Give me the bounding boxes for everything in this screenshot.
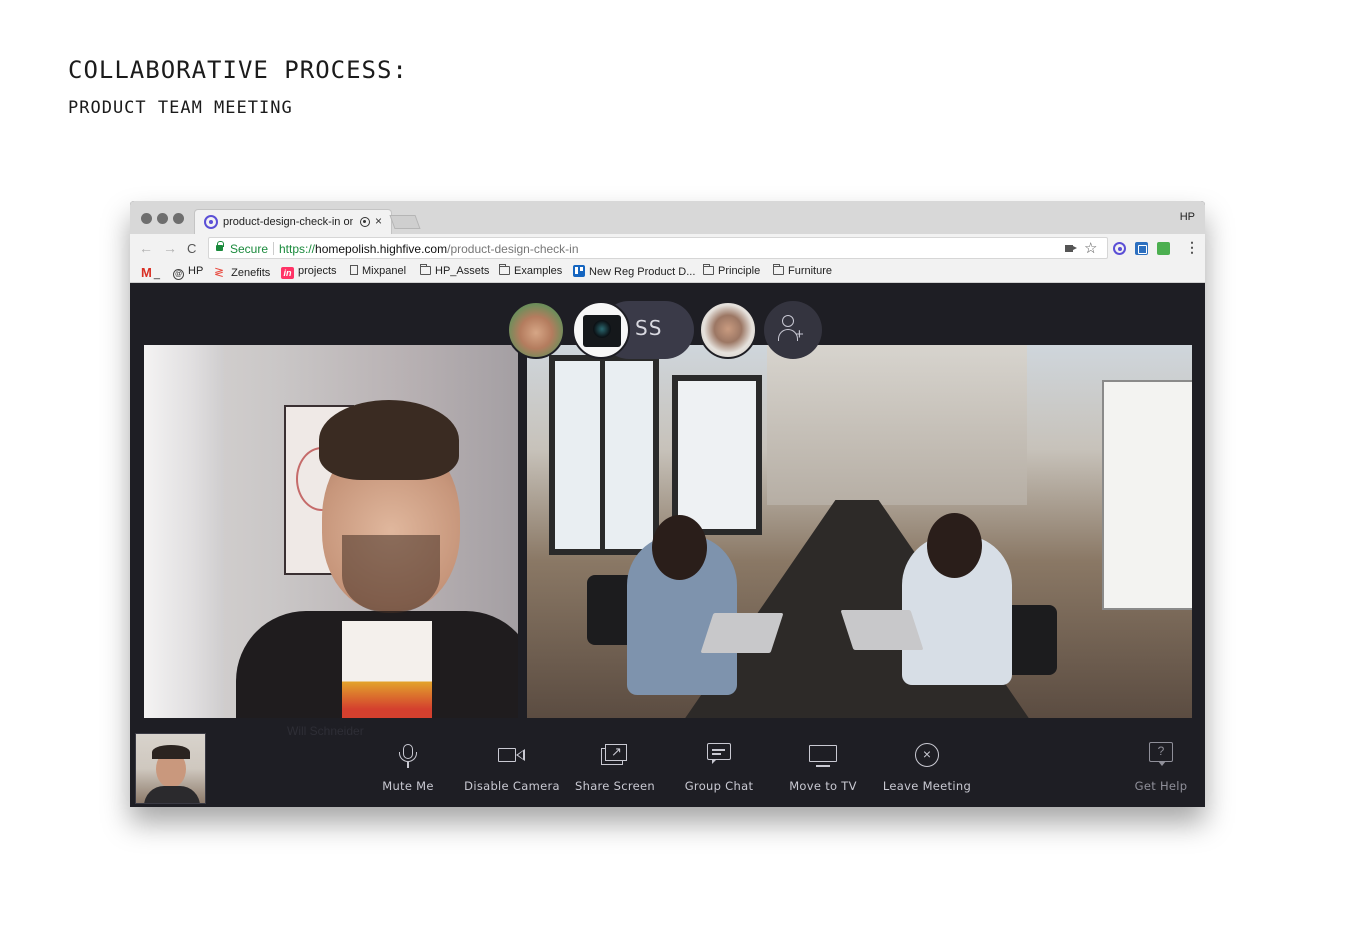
participant-initials[interactable]: SS — [635, 316, 662, 340]
room-camera-avatar[interactable] — [572, 301, 630, 359]
trello-icon — [573, 265, 585, 277]
invision-icon: in — [281, 267, 294, 279]
video-tile-will-schneider[interactable] — [144, 345, 518, 718]
add-participant-button[interactable]: + — [764, 301, 822, 359]
reload-button[interactable]: C — [187, 241, 196, 256]
microphone-icon — [393, 740, 423, 770]
room-whiteboard — [1102, 380, 1192, 610]
bookmark-star-icon[interactable]: ☆ — [1084, 239, 1097, 257]
bookmark-furniture[interactable]: Furniture — [773, 264, 832, 280]
share-screen-button[interactable]: ↗ Share Screen — [565, 740, 665, 800]
tab-product-design-check-in[interactable]: product-design-check-in on HighFive × — [194, 209, 392, 234]
tab-title: product-design-check-in on HighFive — [223, 216, 353, 228]
video-person-hair — [319, 400, 459, 480]
room-person — [902, 513, 1012, 685]
video-background — [144, 345, 224, 718]
camera-in-use-icon[interactable] — [1065, 245, 1077, 252]
move-to-tv-button[interactable]: Move to TV — [773, 740, 873, 800]
browser-window: product-design-check-in on HighFive × HP… — [130, 201, 1205, 807]
lock-icon — [216, 241, 224, 251]
participant-avatar[interactable] — [507, 301, 565, 359]
meeting-controls: Mute Me Disable Camera ↗ Share Screen Gr… — [130, 740, 1205, 800]
folder-icon — [420, 264, 431, 275]
video-person-beard — [342, 535, 440, 613]
folder-icon — [499, 264, 510, 275]
bookmark-mixpanel[interactable]: Mixpanel — [350, 265, 406, 280]
gmail-icon: M — [141, 265, 152, 280]
address-bar[interactable]: Secure https://homepolish.highfive.com/p… — [208, 237, 1108, 259]
participant-avatar[interactable] — [699, 301, 757, 359]
address-separator — [273, 242, 274, 255]
room-laptop — [700, 613, 784, 653]
browser-toolbar: ← → C Secure https://homepolish.highfive… — [130, 234, 1205, 262]
get-help-button[interactable]: ? Get Help — [1111, 740, 1205, 800]
disable-camera-button[interactable]: Disable Camera — [462, 740, 562, 800]
room-laptop — [840, 610, 924, 650]
tv-icon — [808, 740, 838, 770]
new-tab-button[interactable] — [389, 215, 421, 229]
folder-icon — [773, 264, 784, 275]
bookmark-hp-assets[interactable]: HP_Assets — [420, 264, 489, 280]
room-back-wall — [767, 345, 1027, 505]
secure-label: Secure — [230, 242, 269, 256]
room-window — [672, 375, 762, 535]
bookmark-gmail[interactable]: M _ — [141, 265, 160, 280]
bookmark-new-reg-product[interactable]: New Reg Product D... — [573, 265, 695, 280]
video-tile-conference-room[interactable] — [527, 345, 1192, 718]
bookmark-examples[interactable]: Examples — [499, 264, 562, 280]
slide-title: COLLABORATIVE PROCESS: — [68, 56, 408, 84]
bookmark-zenefits[interactable]: ≷ Zenefits — [214, 265, 270, 280]
tab-close-button[interactable]: × — [375, 214, 382, 228]
add-user-icon — [782, 315, 794, 327]
screenshot-extension-icon[interactable] — [1135, 242, 1148, 255]
browser-menu-icon[interactable]: ⋮ — [1185, 239, 1199, 256]
back-button[interactable]: ← — [139, 240, 153, 256]
slide-subtitle: PRODUCT TEAM MEETING — [68, 98, 293, 118]
close-window-icon[interactable] — [141, 213, 152, 224]
zoom-window-icon[interactable] — [173, 213, 184, 224]
bookmark-principle[interactable]: Principle — [703, 264, 760, 280]
tab-bar: product-design-check-in on HighFive × HP — [130, 201, 1205, 234]
minimize-window-icon[interactable] — [157, 213, 168, 224]
camera-icon — [497, 740, 527, 770]
group-chat-button[interactable]: Group Chat — [669, 740, 769, 800]
zenefits-icon: ≷ — [214, 265, 225, 279]
close-circle-icon: × — [912, 740, 942, 770]
share-screen-icon: ↗ — [600, 740, 630, 770]
highfive-favicon-icon — [204, 215, 218, 229]
forward-button[interactable]: → — [163, 240, 177, 256]
hp-icon: @ — [173, 269, 184, 280]
bookmark-projects[interactable]: in projects — [281, 265, 337, 280]
profile-button[interactable]: HP — [1180, 211, 1195, 223]
recording-icon — [360, 217, 370, 227]
meeting-app: SS + Will Schneider Mute Me Disable Came… — [130, 284, 1205, 807]
help-icon: ? — [1146, 740, 1176, 770]
chat-icon — [704, 740, 734, 770]
room-window — [549, 355, 659, 555]
bookmarks-bar: M _ @ HP ≷ Zenefits in projects Mixpanel HP… — [130, 262, 1205, 283]
evernote-extension-icon[interactable] — [1157, 242, 1170, 255]
video-person-shirt — [342, 621, 432, 718]
leave-meeting-button[interactable]: × Leave Meeting — [877, 740, 977, 800]
url-text[interactable]: https://homepolish.highfive.com/product-… — [279, 242, 579, 256]
participant-name-label: Will Schneider — [287, 724, 364, 738]
page-icon — [350, 265, 358, 275]
bookmark-hp[interactable]: @ HP — [173, 265, 203, 280]
highfive-extension-icon[interactable] — [1113, 242, 1126, 255]
mute-button[interactable]: Mute Me — [358, 740, 458, 800]
folder-icon — [703, 264, 714, 275]
